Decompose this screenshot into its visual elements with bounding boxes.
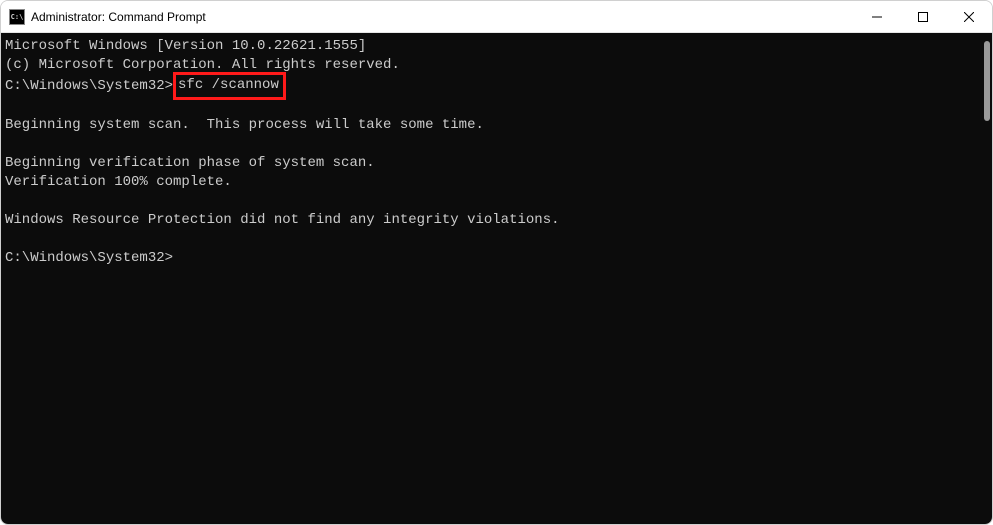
window-controls xyxy=(854,1,992,32)
output-line: Verification 100% complete. xyxy=(5,173,992,192)
scrollbar-thumb[interactable] xyxy=(984,41,990,121)
blank-line xyxy=(5,97,992,116)
prompt-line: C:\Windows\System32> xyxy=(5,249,992,268)
output-line: Microsoft Windows [Version 10.0.22621.15… xyxy=(5,37,992,56)
prompt-prefix: C:\Windows\System32> xyxy=(5,77,173,96)
blank-line xyxy=(5,135,992,154)
minimize-button[interactable] xyxy=(854,1,900,32)
prompt-line: C:\Windows\System32>sfc /scannow xyxy=(5,75,992,97)
close-icon xyxy=(964,12,974,22)
maximize-icon xyxy=(918,12,928,22)
command-prompt-window: C:\ Administrator: Command Prompt Micros… xyxy=(0,0,993,525)
maximize-button[interactable] xyxy=(900,1,946,32)
output-line: (c) Microsoft Corporation. All rights re… xyxy=(5,56,992,75)
console-area[interactable]: Microsoft Windows [Version 10.0.22621.15… xyxy=(1,33,992,524)
highlighted-command: sfc /scannow xyxy=(173,72,286,100)
output-line: Beginning system scan. This process will… xyxy=(5,116,992,135)
window-title: Administrator: Command Prompt xyxy=(31,10,854,24)
close-button[interactable] xyxy=(946,1,992,32)
blank-line xyxy=(5,230,992,249)
output-line: Windows Resource Protection did not find… xyxy=(5,211,992,230)
output-line: Beginning verification phase of system s… xyxy=(5,154,992,173)
blank-line xyxy=(5,192,992,211)
cmd-icon: C:\ xyxy=(9,9,25,25)
minimize-icon xyxy=(872,12,882,22)
titlebar[interactable]: C:\ Administrator: Command Prompt xyxy=(1,1,992,33)
